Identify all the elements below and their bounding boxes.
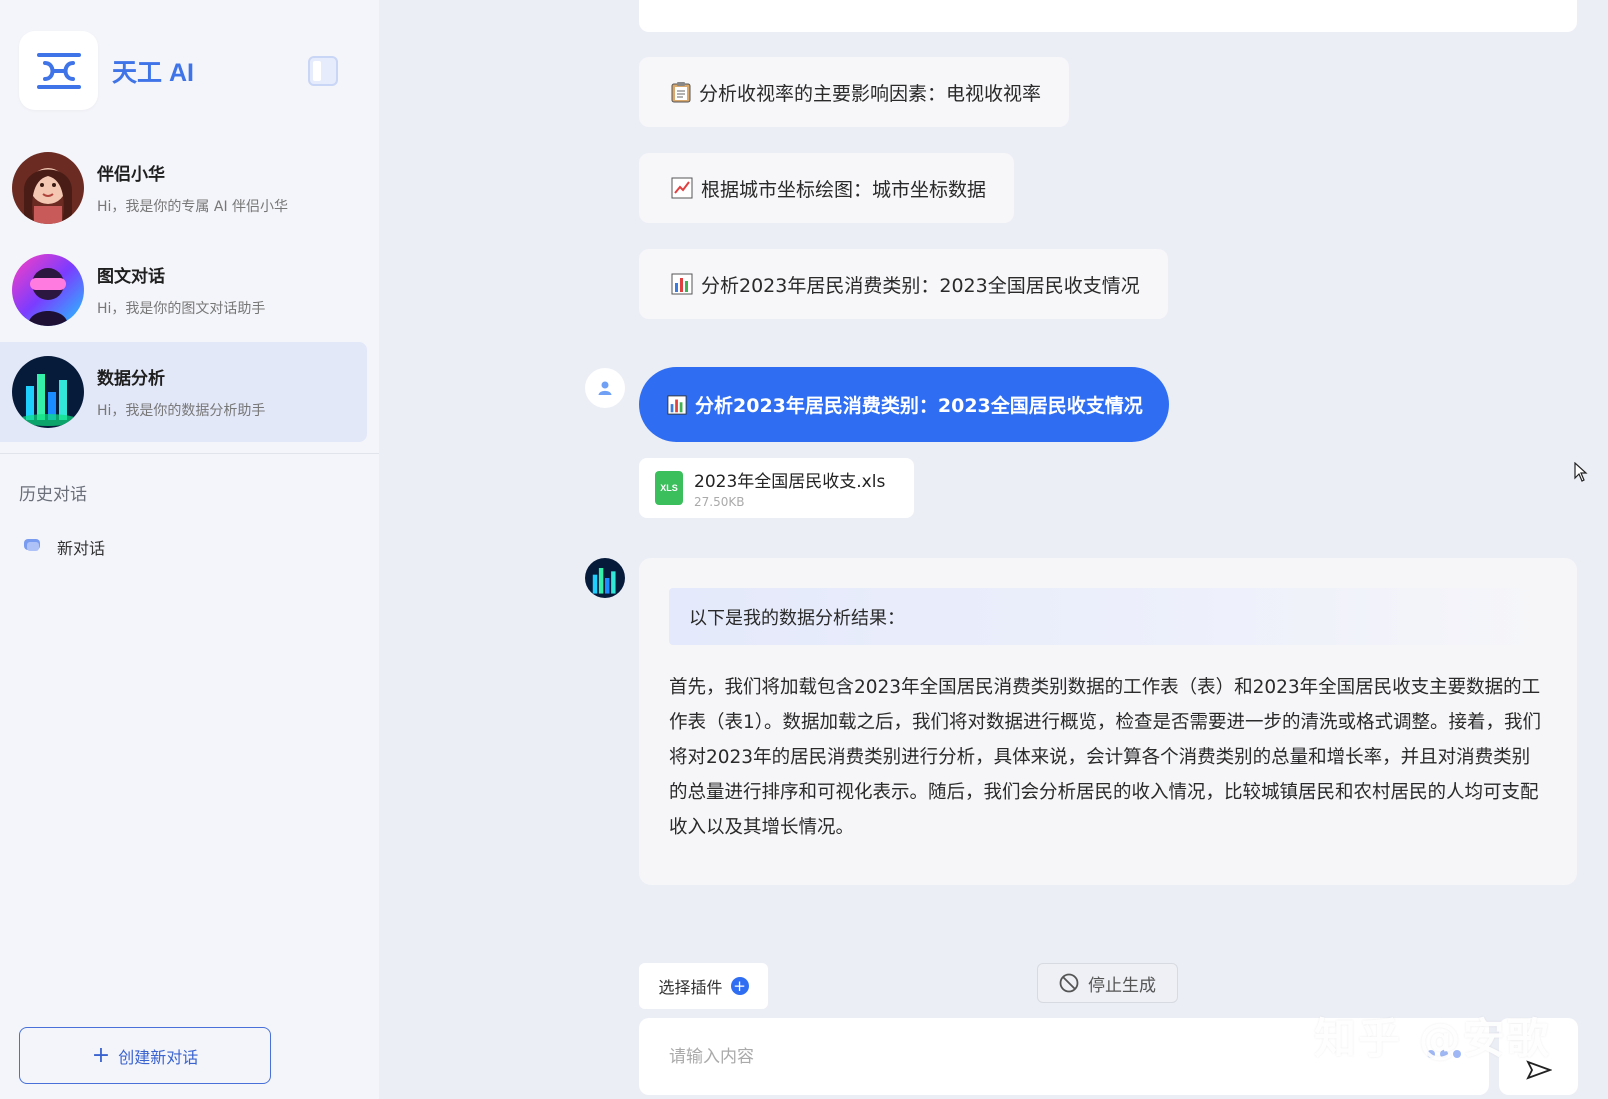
brand[interactable]: 天工 AI [19,31,194,110]
assistant-image-chat[interactable]: 图文对话 Hi，我是你的图文对话助手 [0,240,367,340]
answer-body: 首先，我们将加载包含2023年全国居民消费类别数据的工作表（表）和2023年全国… [669,677,1542,838]
file-size: 27.50KB [694,495,745,509]
file-name: 2023年全国居民收支.xls [694,472,886,492]
new-chat-label: 创建新对话 [118,1047,199,1067]
suggestion-text: 分析2023年居民消费类别：2023全国居民收支情况 [701,274,1140,297]
sidebar-toggle-icon[interactable] [308,56,338,86]
chat-bubble-icon [24,537,42,557]
attached-file[interactable]: XLS 2023年全国居民收支.xls 27.50KB [639,458,914,518]
history-item[interactable]: 新对话 [24,535,105,559]
user-message: 分析2023年居民消费类别：2023全国居民收支情况 [639,367,1169,442]
answer-heading: 以下是我的数据分析结果： [669,588,1547,645]
mouse-cursor-icon [1574,462,1588,482]
user-message-text: 分析2023年居民消费类别：2023全国居民收支情况 [695,395,1143,417]
assistant-title: 图文对话 [97,267,165,287]
stop-icon [1059,973,1079,993]
image-chat-avatar [12,254,84,326]
stop-generation-button[interactable]: 停止生成 [1037,963,1178,1003]
companion-avatar [12,152,84,224]
suggestion-chip[interactable]: 根据城市坐标绘图：城市坐标数据 [639,153,1015,223]
bar-chart-icon [667,394,687,415]
suggestion-chip[interactable]: 分析2023年居民消费类别：2023全国居民收支情况 [639,249,1168,319]
watermark: 知乎 @安歌 [1314,1014,1551,1063]
suggestion-chip[interactable]: 分析收视率的主要影响因素：电视收视率 [639,57,1070,127]
bot-avatar [585,558,625,598]
line-chart-icon [671,177,693,199]
plus-icon: + [730,977,749,995]
new-chat-button[interactable]: + 创建新对话 [19,1027,271,1084]
assistant-title: 伴侣小华 [97,165,165,185]
xls-file-icon: XLS [655,471,683,505]
sidebar-divider [0,453,379,454]
logo [19,31,98,110]
suggestion-text: 分析收视率的主要影响因素：电视收视率 [699,82,1042,105]
brand-name: 天工 AI [112,58,194,87]
user-avatar [585,368,625,408]
select-plugin-button[interactable]: 选择插件 + [639,963,768,1009]
clipboard-icon [671,81,691,103]
bar-chart-icon [671,273,693,295]
data-analysis-avatar [12,356,84,428]
sidebar: 天工 AI 伴侣小华 Hi，我是你的专属 AI 伴侣小华 图文对话 Hi，我是你… [0,0,379,1099]
previous-card [639,0,1577,32]
plugin-label: 选择插件 [658,978,723,997]
assistant-desc: Hi，我是你的专属 AI 伴侣小华 [97,199,289,215]
history-item-label: 新对话 [57,539,106,558]
plus-icon: + [91,1042,111,1068]
assistant-desc: Hi，我是你的数据分析助手 [97,403,266,419]
assistant-data-analysis[interactable]: 数据分析 Hi，我是你的数据分析助手 [0,342,367,442]
history-title: 历史对话 [19,485,87,505]
assistant-desc: Hi，我是你的图文对话助手 [97,301,266,317]
chat-area: 分析收视率的主要影响因素：电视收视率 根据城市坐标绘图：城市坐标数据 分析202… [379,0,1608,1099]
suggestion-text: 根据城市坐标绘图：城市坐标数据 [701,178,987,201]
assistant-companion[interactable]: 伴侣小华 Hi，我是你的专属 AI 伴侣小华 [0,138,367,238]
assistant-title: 数据分析 [97,369,165,389]
stop-label: 停止生成 [1088,975,1156,996]
bot-answer: 以下是我的数据分析结果： 首先，我们将加载包含2023年全国居民消费类别数据的工… [639,558,1577,885]
